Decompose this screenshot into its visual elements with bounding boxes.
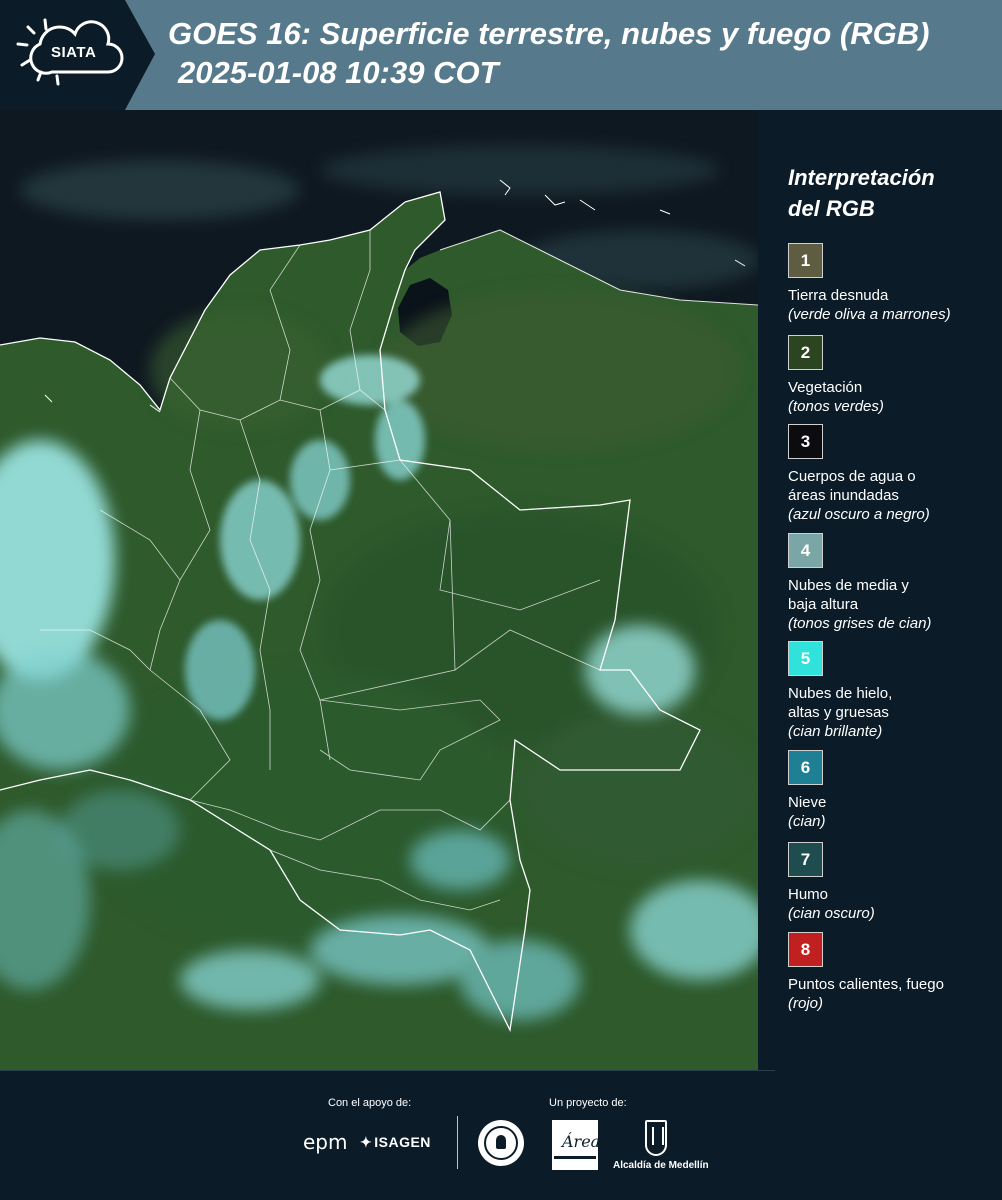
medellin-logo-text: Alcaldía de Medellín [613,1160,709,1171]
legend-swatch: 8 [788,932,823,967]
isagen-logo: ✦ ISAGEN [360,1134,431,1151]
legend-hint: (cian oscuro) [788,905,875,922]
legend-hint: (tonos grises de cian) [788,615,932,632]
legend-swatch: 6 [788,750,823,785]
medellin-crest-icon [645,1120,667,1156]
epm-logo: epm [303,1130,348,1154]
legend-label: Tierra desnuda [788,287,889,304]
siata-logo-text: SIATA [51,44,97,61]
legend-label: Humo [788,886,829,903]
legend-label: Vegetación [788,379,863,396]
legend-swatch: 4 [788,533,823,568]
legend-swatch: 1 [788,243,823,278]
product-title: GOES 16: Superficie terrestre, nubes y f… [168,16,930,51]
legend-item: 6 Nieve (cian) [788,750,998,831]
legend-title-line1: Interpretación [788,165,935,190]
university-seal-logo [478,1120,524,1166]
area-metropolitana-logo: Área [552,1120,601,1170]
area-metropolitana-text: Área [562,1132,601,1151]
legend-swatch: 5 [788,641,823,676]
legend-label: Nubes de media y baja altura [788,577,909,613]
legend-item: 4 Nubes de media y baja altura (tonos gr… [788,533,998,633]
legend-hint: (cian brillante) [788,723,883,740]
footer-divider [0,1070,775,1071]
legend-hint: (verde oliva a marrones) [788,306,951,323]
legend-swatch: 3 [788,424,823,459]
project-label: Un proyecto de: [549,1097,627,1109]
legend-item: 3 Cuerpos de agua o áreas inundadas (azu… [788,424,998,524]
legend-label: Nieve [788,794,827,811]
legend-item: 5 Nubes de hielo, altas y gruesas (cian … [788,641,998,741]
isagen-mark-icon: ✦ [360,1134,373,1150]
legend-title: Interpretación del RGB [788,162,988,224]
legend-label: Nubes de hielo, altas y gruesas [788,685,893,721]
legend-item: 8 Puntos calientes, fuego (rojo) [788,932,998,1013]
support-label: Con el apoyo de: [328,1097,412,1109]
legend-hint: (azul oscuro a negro) [788,506,930,523]
siata-logo: SIATA [0,0,155,110]
footer: Con el apoyo de: Un proyecto de: epm ✦ IS… [0,1070,1002,1200]
timestamp: 2025-01-08 10:39 COT [178,55,499,90]
legend-item: 1 Tierra desnuda (verde oliva a marrones… [788,243,998,324]
legend-item: 7 Humo (cian oscuro) [788,842,998,923]
legend-panel: Interpretación del RGB 1 Tierra desnuda … [760,110,1002,1070]
legend-label: Cuerpos de agua o áreas inundadas [788,468,916,504]
legend-swatch: 2 [788,335,823,370]
satellite-map[interactable] [0,110,758,1070]
legend-hint: (cian) [788,813,826,830]
legend-item: 2 Vegetación (tonos verdes) [788,335,998,416]
satellite-product-page: SIATA GOES 16: Superficie terrestre, nub… [0,0,1002,1200]
legend-title-line2: del RGB [788,196,875,221]
legend-hint: (rojo) [788,995,824,1012]
legend-swatch: 7 [788,842,823,877]
legend-label: Puntos calientes, fuego [788,976,944,993]
legend-hint: (tonos verdes) [788,398,884,415]
isagen-name: ISAGEN [374,1134,431,1150]
logo-divider [457,1116,458,1169]
